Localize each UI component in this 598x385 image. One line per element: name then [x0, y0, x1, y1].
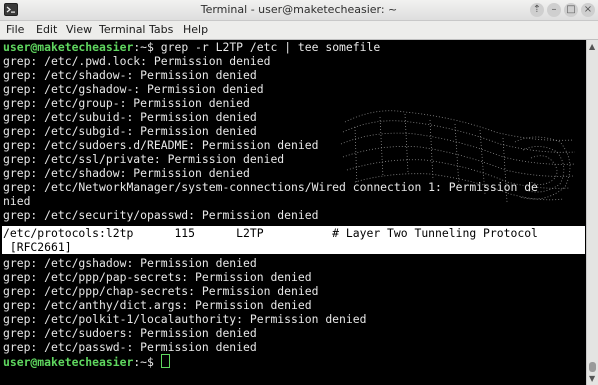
output-line: grep: /etc/shadow-: Permission denied [3, 68, 257, 82]
menu-terminal[interactable]: Terminal [99, 23, 146, 36]
ascii-art-background [340, 110, 576, 203]
minimize-button[interactable]: – [547, 3, 561, 17]
scroll-down-arrow-icon[interactable]: ▼ [589, 374, 595, 383]
output-line: grep: /etc/sudoers: Permission denied [3, 326, 257, 340]
output-line: grep: /etc/gshadow-: Permission denied [3, 82, 264, 96]
prompt-path: :~$ [133, 355, 161, 369]
output-line: grep: /etc/anthy/dict.args: Permission d… [3, 298, 312, 312]
output-line: grep: /etc/sudoers.d/README: Permission … [3, 138, 319, 152]
output-line: grep: /etc/shadow: Permission denied [3, 166, 250, 180]
output-line: grep: /etc/ppp/pap-secrets: Permission d… [3, 270, 312, 284]
menu-help[interactable]: Help [183, 23, 208, 36]
window-title: Terminal - user@maketecheasier: ~ [200, 3, 398, 16]
output-line: grep: /etc/passwd-: Permission denied [3, 340, 257, 354]
output-line: nied [3, 194, 31, 208]
maximize-button[interactable]: □ [564, 3, 578, 17]
prompt-user: user@maketecheasier [3, 40, 134, 54]
title-bar[interactable]: Terminal - user@maketecheasier: ~ ⇡ – □ … [0, 0, 598, 21]
output-line: grep: /etc/NetworkManager/system-connect… [3, 180, 538, 194]
output-line: grep: /etc/ppp/chap-secrets: Permission … [3, 284, 319, 298]
output-line: grep: /etc/security/opasswd: Permission … [3, 208, 319, 222]
output-line: grep: /etc/group-: Permission denied [3, 96, 250, 110]
prompt-path: :~$ [133, 40, 161, 54]
highlighted-line: /etc/protocols:l2tp 115 L2TP # Layer Two… [3, 226, 538, 240]
output-line: grep: /etc/subgid-: Permission denied [3, 124, 257, 138]
text-cursor [160, 354, 170, 368]
scroll-up-arrow-icon[interactable]: ▲ [589, 42, 595, 51]
command-text: grep -r L2TP /etc | tee somefile [160, 40, 381, 54]
vertical-scrollbar[interactable]: ▲ ▼ [586, 40, 598, 385]
scrollbar-thumb[interactable] [589, 362, 596, 372]
shade-button[interactable]: ⇡ [530, 3, 544, 17]
menu-edit[interactable]: Edit [36, 23, 57, 36]
output-line: grep: /etc/ssl/private: Permission denie… [3, 152, 285, 166]
output-line: grep: /etc/.pwd.lock: Permission denied [3, 54, 271, 68]
output-line: grep: /etc/polkit-1/localauthority: Perm… [3, 312, 367, 326]
menu-tabs[interactable]: Tabs [149, 23, 173, 36]
output-line: grep: /etc/gshadow: Permission denied [3, 256, 257, 270]
prompt-line: user@maketecheasier:~$ [3, 354, 170, 369]
menu-view[interactable]: View [66, 23, 92, 36]
menu-file[interactable]: File [6, 23, 24, 36]
close-button[interactable]: × [581, 3, 595, 17]
menu-bar: File Edit View Terminal Tabs Help [0, 21, 598, 40]
prompt-user: user@maketecheasier [3, 355, 134, 369]
terminal-output[interactable]: user@maketecheasier:~$ grep -r L2TP /etc… [0, 40, 586, 385]
prompt-line: user@maketecheasier:~$ grep -r L2TP /etc… [3, 40, 380, 54]
output-line: grep: /etc/subuid-: Permission denied [3, 110, 257, 124]
highlighted-line: [RFC2661] [3, 240, 72, 254]
terminal-window: Terminal - user@maketecheasier: ~ ⇡ – □ … [0, 0, 598, 385]
